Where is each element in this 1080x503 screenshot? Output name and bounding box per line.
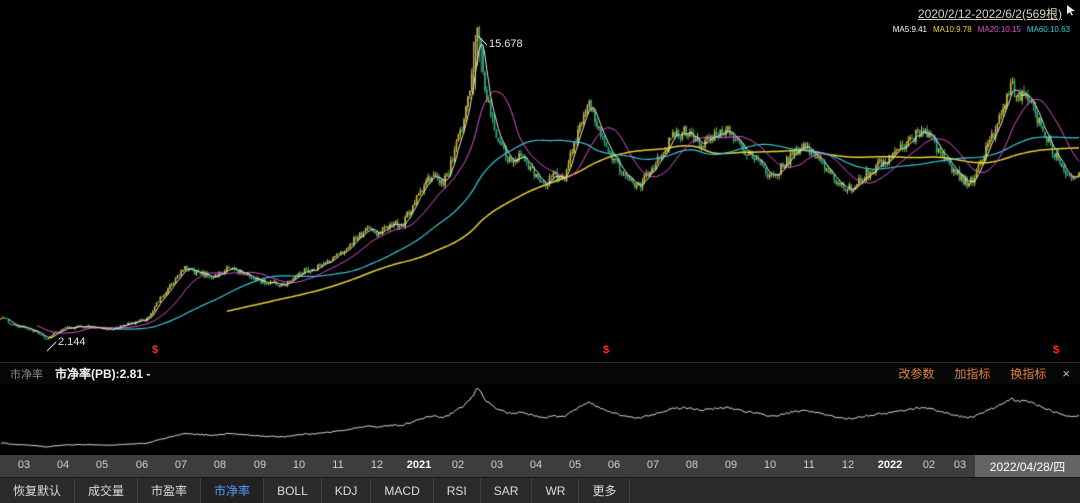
ma-legend-item: MA10:9.78 (933, 25, 972, 34)
axis-label-03: 03 (490, 459, 504, 471)
indicator-name-label: 市净率 (10, 368, 43, 381)
time-axis[interactable]: 2022/04/28/四 03 04 05 06 07 08 09 10 11 12 2021 02 0… (0, 455, 1080, 477)
toolbar-tab-WR[interactable]: WR (532, 478, 580, 503)
toolbar-tab-KDJ[interactable]: KDJ (322, 478, 372, 503)
toolbar-tab-RSI[interactable]: RSI (434, 478, 481, 503)
axis-label-11: 11 (332, 459, 344, 471)
axis-label-07: 07 (174, 459, 188, 471)
axis-label-05: 05 (568, 459, 582, 471)
indicator-value-label: 市净率(PB):2.81 - (55, 367, 151, 381)
toolbar-tab-MACD[interactable]: MACD (371, 478, 434, 503)
axis-label-03: 03 (17, 459, 31, 471)
axis-label-12: 12 (370, 459, 384, 471)
axis-label-12: 12 (841, 459, 855, 471)
toolbar-tab-BOLL[interactable]: BOLL (264, 478, 322, 503)
toolbar-tab-成交量[interactable]: 成交量 (75, 478, 139, 503)
cursor-icon (1067, 5, 1075, 16)
axis-label-06: 06 (135, 459, 149, 471)
peak-price-text: 15.678 (489, 38, 523, 50)
axis-label-10: 10 (763, 459, 777, 471)
toolbar-tab-更多[interactable]: 更多 (579, 478, 631, 503)
toolbar-tab-SAR[interactable]: SAR (481, 478, 533, 503)
axis-label-03: 03 (953, 459, 967, 471)
ma-legend-item: MA60:10.63 (1026, 25, 1070, 34)
indicator-toolbar: 恢复默认 成交量 市盈率 市净率 BOLL KDJ MACD RSI SAR WR 更多 (0, 477, 1080, 503)
peak-price-annotation: 15.678 (477, 35, 523, 50)
ma-legend-item: MA5:9.41 (892, 25, 928, 34)
axis-label-08: 08 (685, 459, 699, 471)
axis-label-2022: 2022 (877, 459, 903, 471)
low-price-text: 2.144 (58, 336, 86, 348)
current-date-label: 2022/04/28/四 (975, 455, 1080, 477)
toolbar-tab-市净率[interactable]: 市净率 (201, 478, 265, 503)
axis-label-09: 09 (253, 459, 267, 471)
axis-label-05: 05 (95, 459, 109, 471)
axis-label-06: 06 (607, 459, 621, 471)
dividend-marker: $ (1053, 344, 1060, 356)
ma-legend: MA5:9.41 MA10:9.78 MA20:10.15 MA60:10.63 (887, 25, 1070, 34)
axis-label-10: 10 (292, 459, 306, 471)
axis-label-02: 02 (922, 459, 936, 471)
axis-label-11: 11 (803, 459, 815, 471)
toolbar-tab-恢复默认[interactable]: 恢复默认 (0, 478, 76, 503)
dividend-marker: $ (603, 344, 610, 356)
main-candlestick-chart[interactable] (0, 0, 1080, 362)
dividend-marker: $ (152, 344, 159, 356)
axis-label-09: 09 (724, 459, 738, 471)
add-indicator-link[interactable]: 加指标 (954, 365, 990, 382)
axis-label-02: 02 (451, 459, 465, 471)
axis-label-2021: 2021 (406, 459, 432, 471)
axis-label-04: 04 (56, 459, 70, 471)
switch-indicator-link[interactable]: 换指标 (1010, 365, 1046, 382)
ma-legend-item: MA20:10.15 (977, 25, 1021, 34)
change-params-link[interactable]: 改参数 (898, 365, 934, 382)
pb-indicator-chart[interactable] (0, 384, 1080, 455)
low-price-annotation: 2.144 (46, 336, 86, 352)
axis-label-08: 08 (213, 459, 227, 471)
stock-chart-app: 2020/2/12-2022/6/2(569根) MA5:9.41 MA10:9.… (0, 0, 1080, 503)
toolbar-tab-市盈率[interactable]: 市盈率 (138, 478, 202, 503)
indicator-panel-header: 市净率 市净率(PB):2.81 - 改参数 加指标 换指标 × (0, 362, 1080, 384)
axis-label-07: 07 (646, 459, 660, 471)
axis-label-04: 04 (529, 459, 543, 471)
date-range-label[interactable]: 2020/2/12-2022/6/2(569根) (918, 5, 1062, 22)
close-panel-icon[interactable]: × (1062, 366, 1070, 381)
